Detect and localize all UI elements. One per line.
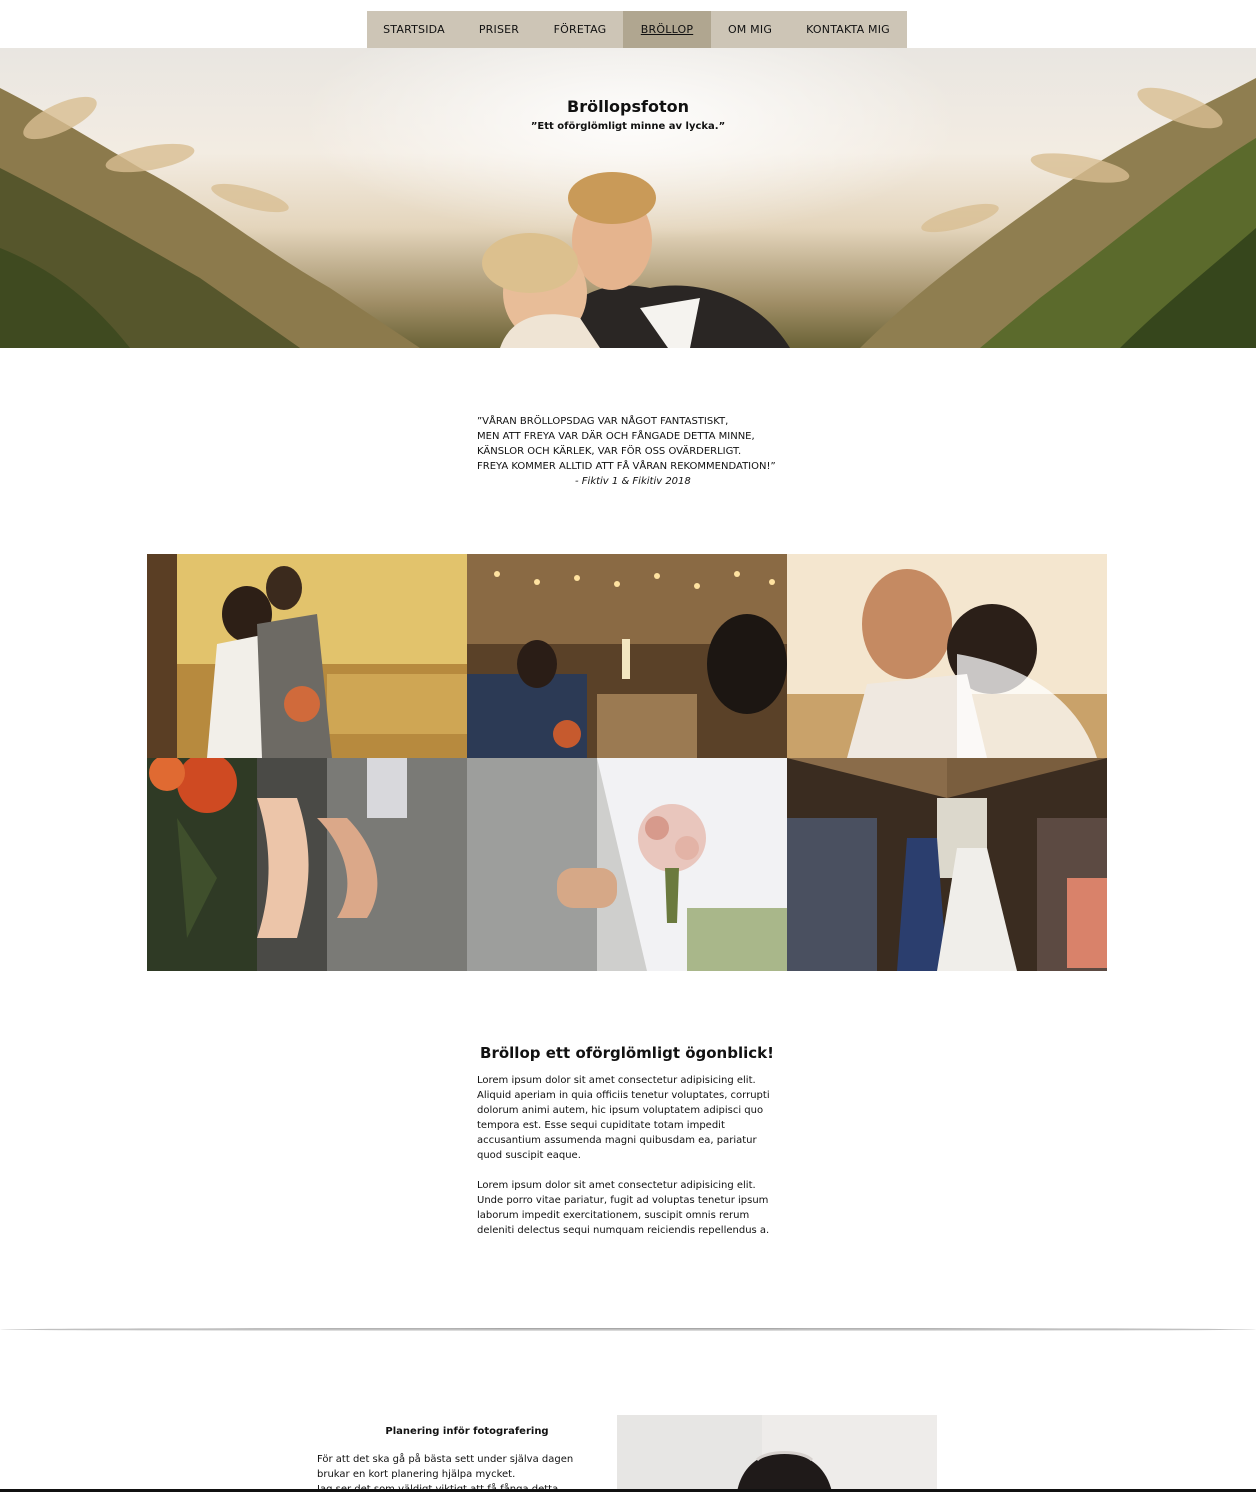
gallery-photo-veil-kiss[interactable] — [787, 554, 1107, 758]
testimonial-line: FREYA KOMMER ALLTID ATT FÅ VÅRAN REKOMME… — [477, 461, 776, 472]
hero-title: Bröllopsfoton — [567, 97, 689, 116]
info-paragraph: Lorem ipsum dolor sit amet consectetur a… — [477, 1075, 770, 1161]
testimonial-author: - Fiktiv 1 & Fikitiv 2018 — [575, 476, 691, 487]
nav-item-brollop[interactable]: BRÖLLOP — [623, 11, 711, 48]
testimonial-line: ”VÅRAN BRÖLLOPSDAG VAR NÅGOT FANTASTISKT… — [477, 416, 729, 427]
gallery-photo-bouquet[interactable] — [467, 758, 787, 971]
gallery-photo-wedding-rings[interactable] — [147, 758, 467, 971]
main-nav: STARTSIDA PRISER FÖRETAG BRÖLLOP OM MIG … — [367, 11, 907, 48]
top-bar: STARTSIDA PRISER FÖRETAG BRÖLLOP OM MIG … — [0, 0, 1256, 48]
info-title: Bröllop ett oförglömligt ögonblick! — [480, 1044, 774, 1062]
nav-item-startsida[interactable]: STARTSIDA — [367, 11, 461, 48]
testimonial: ”VÅRAN BRÖLLOPSDAG VAR NÅGOT FANTASTISKT… — [477, 414, 797, 489]
planning-photo-bride — [617, 1415, 937, 1492]
planning-line: brukar en kort planering hjälpa mycket. — [317, 1469, 516, 1480]
gallery-photo-reception-toast[interactable] — [467, 554, 787, 758]
nav-item-foretag[interactable]: FÖRETAG — [537, 11, 623, 48]
info-paragraph: Lorem ipsum dolor sit amet consectetur a… — [477, 1180, 770, 1236]
photo-gallery — [147, 554, 1107, 971]
hero-banner: Bröllopsfoton ”Ett oförglömligt minne av… — [0, 48, 1256, 348]
testimonial-line: MEN ATT FREYA VAR DÄR OCH FÅNGADE DETTA … — [477, 431, 755, 442]
testimonial-line: KÄNSLOR OCH KÄRLEK, VAR FÖR OSS OVÄRDERL… — [477, 446, 742, 457]
hero-image — [0, 48, 1256, 348]
gallery-photo-confetti-exit[interactable] — [787, 758, 1107, 971]
wedding-info: Bröllop ett oförglömligt ögonblick! Lore… — [477, 1046, 779, 1253]
planning-text: För att det ska gå på bästa sett under s… — [317, 1452, 592, 1492]
hero-subtitle: ”Ett oförglömligt minne av lycka.” — [530, 121, 726, 132]
planning-title: Planering inför fotografering — [385, 1426, 549, 1437]
nav-item-kontakta-mig[interactable]: KONTAKTA MIG — [789, 11, 907, 48]
planning-line: För att det ska gå på bästa sett under s… — [317, 1454, 574, 1465]
gallery-photo-couple-lake[interactable] — [147, 554, 467, 758]
nav-item-priser[interactable]: PRISER — [461, 11, 537, 48]
nav-item-om-mig[interactable]: OM MIG — [711, 11, 789, 48]
section-divider — [0, 1328, 1256, 1331]
